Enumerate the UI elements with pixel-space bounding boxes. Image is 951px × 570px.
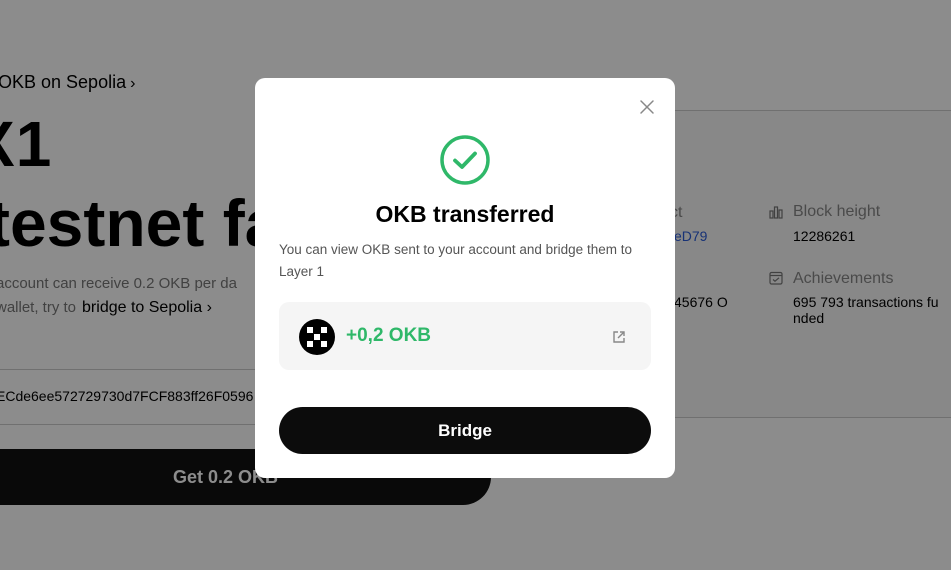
transfer-success-modal: OKB transferred You can view OKB sent to… <box>255 78 675 478</box>
transfer-amount: +0,2 OKB <box>346 325 432 346</box>
external-link-icon[interactable] <box>611 329 627 345</box>
bridge-button[interactable]: Bridge <box>279 407 651 454</box>
close-icon[interactable] <box>639 99 655 115</box>
modal-title: OKB transferred <box>375 201 555 227</box>
modal-description: You can view OKB sent to your account an… <box>279 242 632 279</box>
okx-logo-icon <box>299 319 335 355</box>
check-circle-icon <box>440 135 490 185</box>
amount-card: +0,2 OKB <box>279 302 651 370</box>
faucet-page: OKB on Sepolia› X1 testnet fa account ca… <box>0 0 951 570</box>
